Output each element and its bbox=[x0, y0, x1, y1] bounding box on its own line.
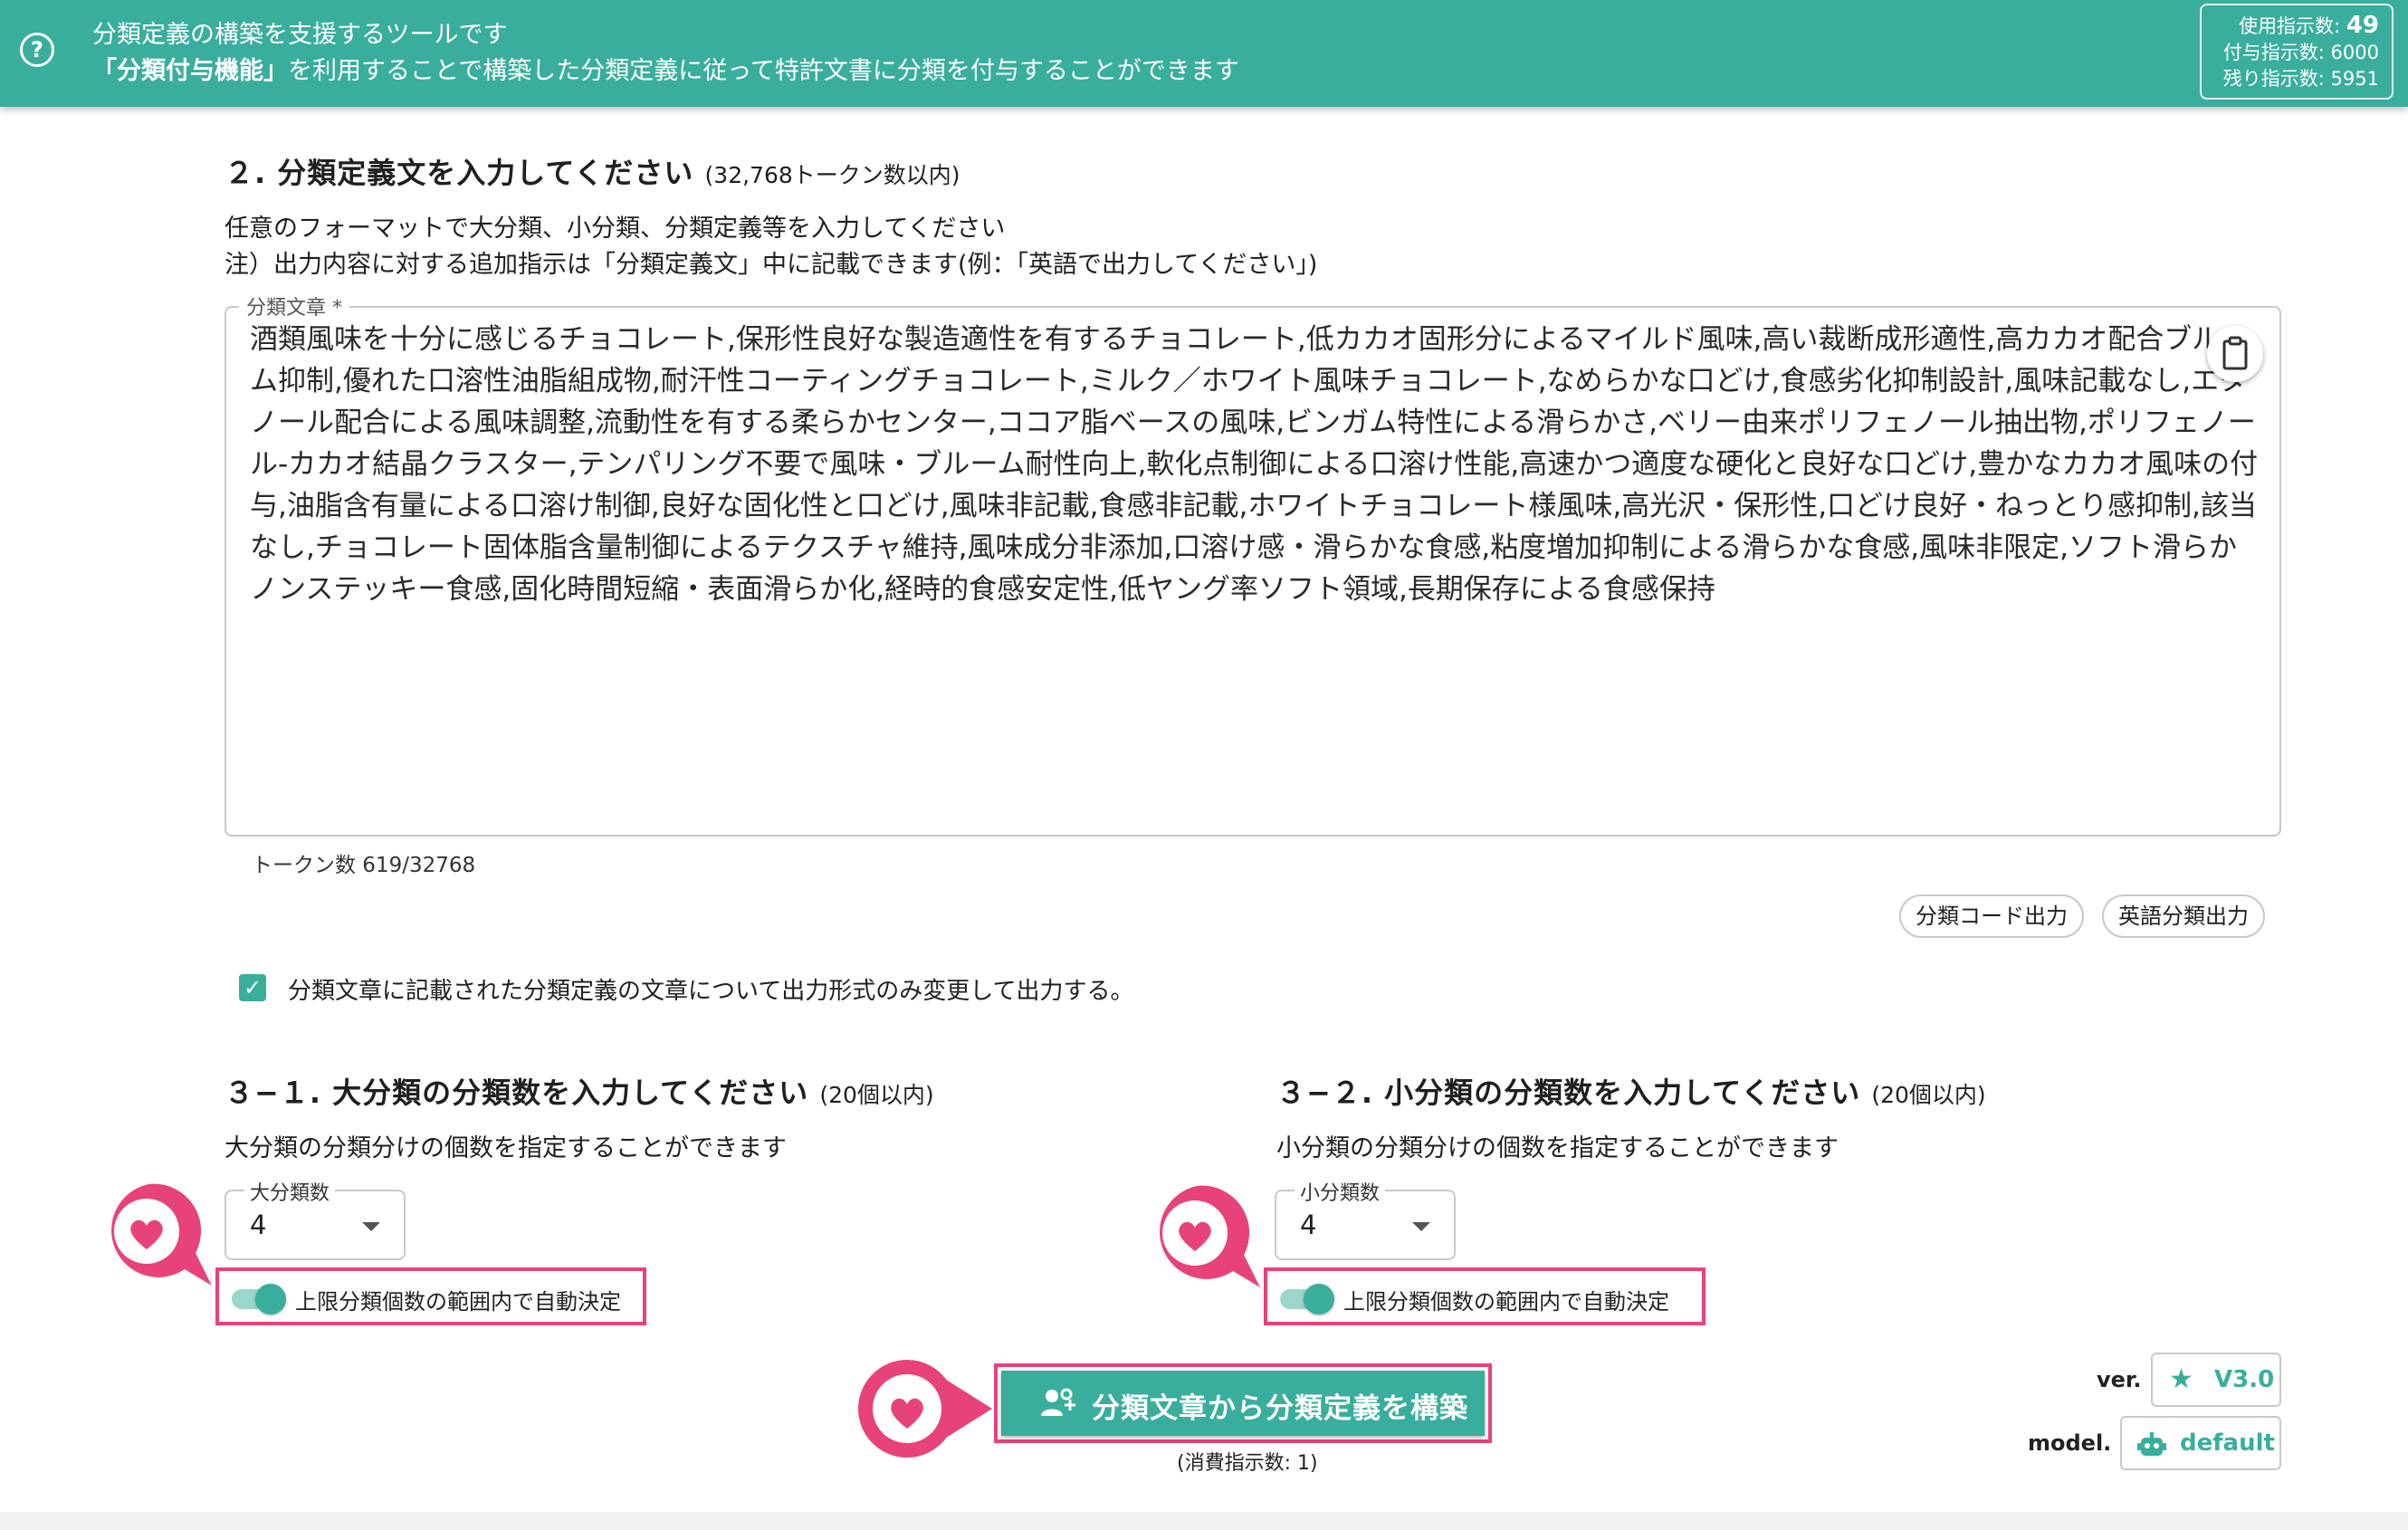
major-auto-toggle[interactable]: 上限分類個数の範囲内で自動決定 bbox=[215, 1267, 646, 1325]
remaining-value: 5951 bbox=[2330, 68, 2379, 90]
toggle-knob bbox=[255, 1284, 286, 1315]
section2-note: (32,768トークン数以内) bbox=[704, 162, 960, 188]
minor-count-label: 小分類数 bbox=[1295, 1177, 1386, 1206]
section31-note: (20個以内) bbox=[819, 1082, 934, 1108]
model-label: model. bbox=[2028, 1430, 2112, 1456]
build-button-label: 分類文章から分類定義を構築 bbox=[1092, 1392, 1468, 1425]
remaining-label: 残り指示数: bbox=[2222, 68, 2325, 90]
version-button[interactable]: ★ V3.0 bbox=[2151, 1353, 2281, 1407]
major-auto-label: 上限分類個数の範囲内で自動決定 bbox=[295, 1289, 621, 1315]
check-icon: ✓ bbox=[243, 975, 263, 1000]
usage-value: 49 bbox=[2346, 12, 2379, 39]
grant-value: 6000 bbox=[2330, 42, 2379, 63]
heart-marker-icon bbox=[111, 1183, 212, 1286]
chevron-down-icon bbox=[362, 1222, 380, 1231]
usage-label: 使用指示数: bbox=[2239, 15, 2341, 37]
info-header: ? 分類定義の構築を支援するツールです 「分類付与機能」を利用することで構築した… bbox=[0, 0, 2408, 107]
heart-marker-icon bbox=[858, 1360, 992, 1458]
robot-icon bbox=[2137, 1432, 2166, 1456]
section2-title-text: ２. 分類定義文を入力してください bbox=[225, 156, 694, 190]
clipboard-button[interactable] bbox=[2207, 326, 2263, 382]
header-line2: 「分類付与機能」を利用することで構築した分類定義に従って特許文書に分類を付与する… bbox=[92, 51, 1239, 86]
section32-title-text: ３−２. 小分類の分類数を入力してください bbox=[1276, 1076, 1861, 1110]
format-only-label: 分類文章に記載された分類定義の文章について出力形式のみ変更して出力する。 bbox=[288, 978, 1134, 1005]
textarea-content[interactable]: 酒類風味を十分に感じるチョコレート,保形性良好な製造適性を有するチョコレート,低… bbox=[250, 319, 2260, 610]
build-definition-button[interactable]: 分類文章から分類定義を構築 bbox=[1001, 1371, 1485, 1436]
minor-count-value: 4 bbox=[1300, 1210, 1317, 1240]
people-icon bbox=[1041, 1388, 1075, 1416]
heart-marker-icon bbox=[1160, 1185, 1260, 1287]
version-value: V3.0 bbox=[2214, 1366, 2275, 1393]
chip-code-output[interactable]: 分類コード出力 bbox=[1899, 894, 2084, 938]
clipboard-icon bbox=[2222, 336, 2248, 370]
minor-auto-toggle[interactable]: 上限分類個数の範囲内で自動決定 bbox=[1264, 1267, 1706, 1325]
section32-desc: 小分類の分類分けの個数を指定することができます bbox=[1276, 1134, 1839, 1162]
build-button-highlight: 分類文章から分類定義を構築 bbox=[994, 1363, 1492, 1443]
version-label: ver. bbox=[2097, 1367, 2142, 1392]
header-feature-name: 「分類付与機能」 bbox=[92, 57, 288, 85]
section31-title: ３−１. 大分類の分類数を入力してください (20個以内) bbox=[225, 1070, 934, 1112]
help-circle-icon[interactable]: ? bbox=[20, 33, 54, 67]
token-count: トークン数 619/32768 bbox=[252, 854, 476, 877]
chevron-down-icon bbox=[1412, 1222, 1430, 1231]
page-bottom-strip bbox=[0, 1512, 2408, 1530]
minor-auto-label: 上限分類個数の範囲内で自動決定 bbox=[1343, 1289, 1669, 1315]
grant-label: 付与指示数: bbox=[2222, 42, 2325, 63]
major-count-value: 4 bbox=[250, 1210, 267, 1240]
header-line2-rest: を利用することで構築した分類定義に従って特許文書に分類を付与することができます bbox=[288, 57, 1239, 85]
section2-desc1: 任意のフォーマットで大分類、小分類、分類定義等を入力してください bbox=[225, 215, 1006, 243]
usage-counter: 使用指示数: 49 付与指示数: 6000 残り指示数: 5951 bbox=[2200, 4, 2394, 100]
textarea-label: 分類文章 * bbox=[239, 292, 349, 320]
section32-note: (20個以内) bbox=[1871, 1082, 1986, 1108]
chip-english-output[interactable]: 英語分類出力 bbox=[2102, 894, 2265, 938]
model-button[interactable]: default bbox=[2120, 1416, 2281, 1470]
star-icon: ★ bbox=[2169, 1363, 2193, 1395]
format-only-checkbox[interactable]: ✓ bbox=[239, 974, 266, 1001]
section31-title-text: ３−１. 大分類の分類数を入力してください bbox=[225, 1076, 809, 1110]
section2-desc2: 注）出力内容に対する追加指示は「分類定義文」中に記載できます(例：「英語で出力し… bbox=[225, 251, 1318, 279]
section31-desc: 大分類の分類分けの個数を指定することができます bbox=[225, 1134, 787, 1162]
major-count-label: 大分類数 bbox=[244, 1177, 336, 1206]
toggle-knob bbox=[1304, 1284, 1334, 1315]
section32-title: ３−２. 小分類の分類数を入力してください (20個以内) bbox=[1276, 1070, 1986, 1112]
header-line1: 分類定義の構築を支援するツールです bbox=[92, 21, 508, 49]
section2-title: ２. 分類定義文を入力してください (32,768トークン数以内) bbox=[225, 150, 960, 192]
consume-count: (消費指示数: 1) bbox=[1177, 1452, 1318, 1475]
model-value: default bbox=[2180, 1430, 2275, 1457]
